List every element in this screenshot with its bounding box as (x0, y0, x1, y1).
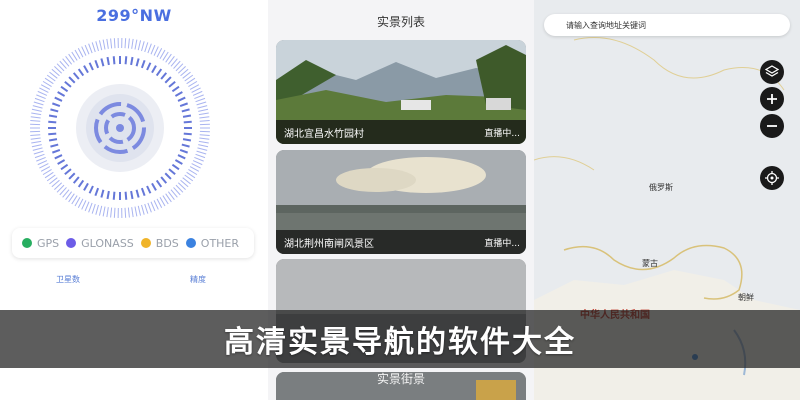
legend-glonass: GLONASS (66, 237, 134, 250)
layers-button[interactable] (760, 60, 784, 84)
scenic-list-title: 实景列表 (376, 15, 425, 29)
satellite-count-label: 卫星数 (56, 275, 80, 284)
zoom-out-icon (767, 125, 777, 127)
glonass-dot-icon (66, 238, 77, 248)
compass-heading: 299°NW (96, 6, 172, 25)
legend-glonass-label: GLONASS (81, 236, 134, 250)
legend-other-label: OTHER (200, 236, 240, 250)
legend-bds: BDS (140, 236, 179, 250)
legend-gps: GPS (22, 237, 59, 250)
legend-other: OTHER (185, 236, 240, 250)
title-banner: 高清实景导航的软件大全 (0, 310, 800, 368)
accuracy-label: 精度 (190, 275, 206, 284)
layers-icon (765, 65, 779, 77)
scenic-card-1[interactable]: 湖北宜昌水竹园村 直播中... (276, 40, 526, 144)
map-label-north-korea: 朝鲜 (738, 293, 754, 302)
zoom-in-button[interactable] (760, 87, 784, 111)
zoom-out-button[interactable] (760, 114, 784, 138)
banner-title: 高清实景导航的软件大全 (224, 325, 576, 360)
scenic-card-1-name: 湖北宜昌水竹园村 (284, 128, 364, 140)
scenic-card-1-status: 直播中... (484, 128, 520, 139)
scenic-card-2[interactable]: 湖北荆州南闸风景区 直播中... (276, 150, 526, 254)
scenic-footer: 实景街景 (268, 368, 534, 400)
satellite-legend: GPS GLONASS BDS OTHER (12, 228, 254, 258)
scenic-footer-label: 实景街景 (376, 372, 425, 386)
bds-dot-icon (140, 238, 151, 248)
scenic-card-2-bar: 湖北荆州南闸风景区 直播中... (276, 230, 526, 254)
scenic-card-2-name: 湖北荆州南闸风景区 (284, 238, 374, 250)
legend-gps-label: GPS (37, 236, 60, 250)
other-dot-icon (185, 238, 196, 248)
legend-bds-label: BDS (155, 236, 179, 250)
compass-dial (30, 38, 210, 218)
map-label-mongolia: 蒙古 (642, 259, 658, 268)
map-label-russia: 俄罗斯 (649, 183, 673, 192)
locate-button[interactable] (760, 166, 784, 190)
scenic-card-2-status: 直播中... (484, 238, 520, 249)
screenshot-collage: 299°NW GPS GLONASS BDS OTHER 卫星数 精度 实景列表… (0, 0, 800, 400)
scenic-card-1-bar: 湖北宜昌水竹园村 直播中... (276, 120, 526, 144)
locate-icon (765, 171, 779, 185)
map-search-input[interactable]: 请输入查询地址关键词 (544, 14, 790, 36)
gps-dot-icon (22, 238, 32, 248)
zoom-in-icon (767, 94, 777, 104)
